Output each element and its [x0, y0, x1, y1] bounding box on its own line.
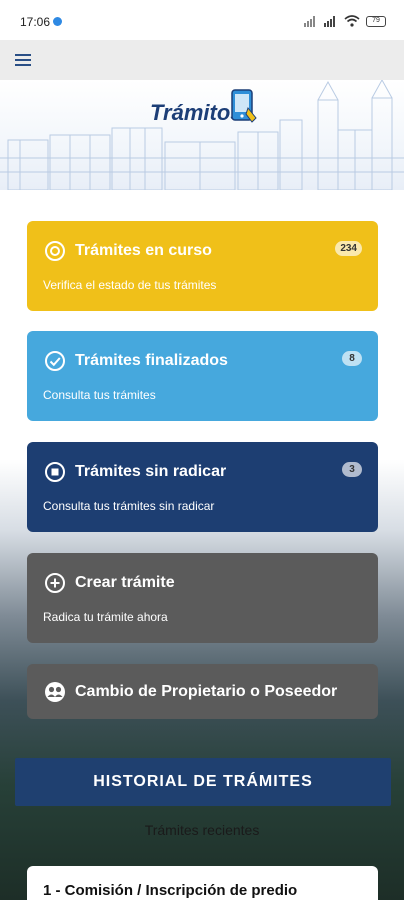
card-subtitle: Consulta tus trámites sin radicar: [43, 499, 215, 513]
signal-icon: [304, 16, 315, 27]
city-skyline-illustration: [0, 80, 404, 190]
recent-section-label: Trámites recientes: [144, 822, 260, 838]
recent-item-title: 1 - Comisión / Inscripción de predio: [43, 882, 298, 899]
card-tramites-sin-radicar[interactable]: Trámites sin radicar Consulta tus trámit…: [27, 442, 378, 532]
card-title: Trámites en curso: [75, 242, 212, 259]
phone-logo-icon: [231, 89, 257, 123]
status-time: 17:06: [20, 15, 51, 29]
wifi-icon: [344, 15, 360, 27]
card-tramites-en-curso[interactable]: Trámites en curso Verifica el estado de …: [27, 221, 378, 311]
card-tramites-finalizados[interactable]: Trámites finalizados Consulta tus trámit…: [27, 331, 378, 421]
card-cambio-propietario[interactable]: Cambio de Propietario o Poseedor: [27, 664, 378, 719]
card-title: Cambio de Propietario o Poseedor: [75, 683, 338, 700]
history-button[interactable]: HISTORIAL DE TRÁMITES: [15, 758, 391, 806]
stop-circle-icon: [45, 462, 65, 482]
count-badge: 8: [342, 351, 362, 366]
card-subtitle: Consulta tus trámites: [43, 388, 156, 402]
people-icon: [45, 682, 65, 702]
card-title: Trámites finalizados: [75, 352, 228, 369]
notification-icon: [53, 17, 62, 26]
app-bar: [0, 40, 404, 80]
circle-dot-icon: [45, 241, 65, 261]
status-icons: 79: [304, 14, 386, 28]
card-title: Crear trámite: [75, 574, 175, 591]
plus-circle-icon: [45, 573, 65, 593]
battery-icon: 79: [366, 15, 386, 27]
card-title: Trámites sin radicar: [75, 463, 227, 480]
hamburger-menu-icon[interactable]: [14, 51, 32, 69]
recent-item-card[interactable]: 1 - Comisión / Inscripción de predio: [27, 866, 378, 900]
status-bar: 17:06 79: [0, 0, 404, 40]
check-circle-icon: [45, 351, 65, 371]
count-badge: 234: [335, 241, 362, 256]
header-banner: Trámitos: [0, 80, 404, 190]
card-subtitle: Verifica el estado de tus trámites: [43, 278, 217, 292]
card-subtitle: Radica tu trámite ahora: [43, 610, 168, 624]
signal-icon-2: [324, 16, 335, 27]
count-badge: 3: [342, 462, 362, 477]
card-crear-tramite[interactable]: Crear trámite Radica tu trámite ahora: [27, 553, 378, 643]
